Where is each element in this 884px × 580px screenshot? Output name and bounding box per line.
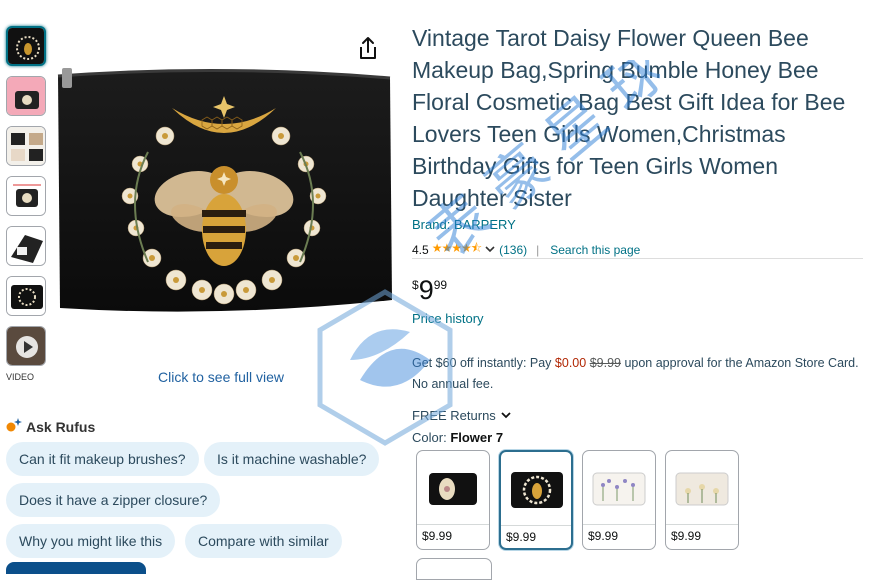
- color-value: Flower 7: [450, 430, 504, 445]
- search-this-page-link[interactable]: Search this page: [550, 243, 640, 257]
- brand-link[interactable]: Brand: BARPERY: [412, 217, 516, 232]
- rufus-chip-compare[interactable]: Compare with similar: [185, 524, 342, 558]
- rating-value: 4.5: [412, 242, 429, 257]
- color-swatch-partial[interactable]: [416, 558, 492, 580]
- chevron-down-icon[interactable]: [484, 243, 496, 257]
- swatch-price: $9.99: [422, 529, 453, 543]
- star-rating-icon[interactable]: ★★★★⯪: [432, 239, 482, 260]
- main-product-image[interactable]: [52, 62, 398, 324]
- color-swatch-4[interactable]: $9.99: [665, 450, 739, 550]
- swatch-price: $9.99: [671, 529, 702, 543]
- store-card-offer[interactable]: Get $60 off instantly: Pay $0.00 $9.99 u…: [412, 353, 867, 395]
- product-title: Vintage Tarot Daisy Flower Queen Bee Mak…: [412, 25, 846, 211]
- color-selection: Color: Flower 7: [412, 430, 503, 445]
- price-symbol: $: [412, 278, 419, 292]
- ask-rufus-label: Ask Rufus: [26, 418, 96, 435]
- divider: [412, 258, 863, 259]
- swatch-image: [589, 457, 649, 519]
- sparkle-icon: [6, 418, 22, 435]
- color-swatch-3[interactable]: $9.99: [582, 450, 656, 550]
- swatch-divider: [583, 524, 655, 525]
- ask-rufus-heading: Ask Rufus: [6, 418, 95, 435]
- free-returns-link[interactable]: FREE Returns: [412, 408, 512, 423]
- thumbnail-5[interactable]: [6, 226, 46, 266]
- price-whole: 9: [418, 275, 434, 305]
- rufus-chip-zipper-closure[interactable]: Does it have a zipper closure?: [6, 483, 221, 517]
- rating-count-link[interactable]: (136): [499, 243, 527, 257]
- chevron-down-icon: [500, 408, 512, 423]
- color-swatch-2-selected[interactable]: $9.99: [499, 450, 573, 550]
- price-fraction: 99: [433, 278, 448, 292]
- thumbnail-video[interactable]: [6, 326, 46, 366]
- color-label: Color:: [412, 430, 447, 445]
- thumbnail-1[interactable]: [6, 26, 46, 66]
- swatch-divider: [501, 525, 571, 526]
- thumbnail-6[interactable]: [6, 276, 46, 316]
- swatch-image: [672, 457, 732, 519]
- swatch-image: [423, 457, 483, 519]
- rufus-chip-why-like[interactable]: Why you might like this: [6, 524, 176, 558]
- video-label: VIDEO: [6, 372, 35, 382]
- swatch-price: $9.99: [506, 530, 537, 544]
- offer-pay: $0.00: [554, 356, 587, 370]
- price-history-link[interactable]: Price history: [412, 311, 484, 326]
- swatch-divider: [417, 524, 489, 525]
- offer-was: $9.99: [589, 356, 621, 370]
- swatch-image: [507, 458, 567, 520]
- separator: |: [536, 242, 540, 257]
- share-icon[interactable]: [356, 36, 380, 62]
- swatch-price: $9.99: [588, 529, 619, 543]
- thumbnail-3[interactable]: [6, 126, 46, 166]
- rufus-chip-makeup-brushes[interactable]: Can it fit makeup brushes?: [6, 442, 199, 476]
- price: $ 9 99: [412, 275, 447, 305]
- click-full-view-link[interactable]: Click to see full view: [158, 369, 284, 385]
- thumbnail-4[interactable]: [6, 176, 46, 216]
- free-returns-label: FREE Returns: [412, 408, 496, 423]
- color-swatch-1[interactable]: $9.99: [416, 450, 490, 550]
- thumbnail-2[interactable]: [6, 76, 46, 116]
- offer-prefix: Get $60 off instantly: Pay: [412, 356, 555, 370]
- swatch-divider: [666, 524, 738, 525]
- rufus-chip-machine-washable[interactable]: Is it machine washable?: [204, 442, 380, 476]
- rufus-chip-partial[interactable]: [6, 562, 146, 574]
- rating-row: 4.5 ★★★★⯪ (136) | Search this page: [412, 239, 640, 260]
